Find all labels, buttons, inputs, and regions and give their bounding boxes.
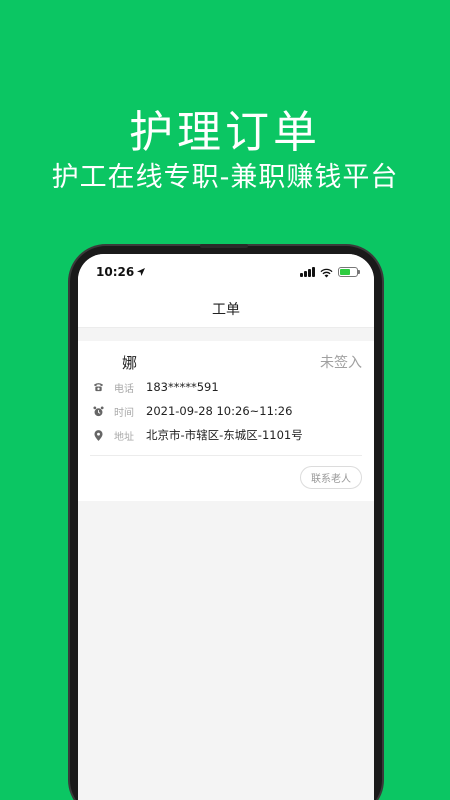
alarm-clock-icon bbox=[92, 405, 104, 417]
nav-bar: 工单 bbox=[78, 290, 374, 328]
status-icons bbox=[300, 263, 360, 282]
cellular-signal-icon bbox=[300, 267, 315, 277]
address-label: 地址 bbox=[114, 431, 134, 443]
client-name: 娜 bbox=[122, 353, 138, 372]
card-divider bbox=[90, 455, 362, 456]
phone-label: 电话 bbox=[114, 383, 134, 395]
telephone-icon bbox=[92, 381, 104, 393]
order-card-header: 娜 未签入 bbox=[90, 349, 362, 375]
contact-elder-button[interactable]: 联系老人 bbox=[300, 466, 362, 489]
address-row: 地址 北京市-市辖区-东城区-1101号 bbox=[90, 423, 362, 447]
status-time-text: 10:26 bbox=[96, 265, 135, 279]
promo-page: 护理订单 护工在线专职-兼职赚钱平台 10:26 工单 娜 未签入 电话 183… bbox=[0, 0, 450, 800]
promo-subtitle: 护工在线专职-兼职赚钱平台 bbox=[51, 162, 399, 193]
address-value: 北京市-市辖区-东城区-1101号 bbox=[146, 428, 303, 442]
status-time: 10:26 bbox=[96, 265, 146, 279]
status-bar: 10:26 bbox=[78, 254, 374, 290]
phone-value: 183*****591 bbox=[146, 380, 219, 394]
phone-row: 电话 183*****591 bbox=[90, 375, 362, 399]
map-pin-icon bbox=[92, 429, 104, 441]
phone-top-edge bbox=[200, 244, 248, 248]
wifi-icon bbox=[320, 263, 333, 282]
status-badge: 未签入 bbox=[320, 355, 362, 371]
time-row: 时间 2021-09-28 10:26~11:26 bbox=[90, 399, 362, 423]
promo-title: 护理订单 bbox=[129, 107, 321, 158]
phone-screen: 10:26 工单 娜 未签入 电话 183*****591 时间 2021-09… bbox=[78, 254, 374, 800]
order-card-footer: 联系老人 bbox=[90, 466, 362, 489]
time-value: 2021-09-28 10:26~11:26 bbox=[146, 404, 293, 418]
battery-charging-icon bbox=[338, 267, 360, 277]
location-arrow-icon bbox=[137, 265, 146, 279]
page-title: 工单 bbox=[212, 301, 240, 318]
order-card[interactable]: 娜 未签入 电话 183*****591 时间 2021-09-28 10:26… bbox=[78, 341, 374, 501]
time-label: 时间 bbox=[114, 407, 134, 419]
